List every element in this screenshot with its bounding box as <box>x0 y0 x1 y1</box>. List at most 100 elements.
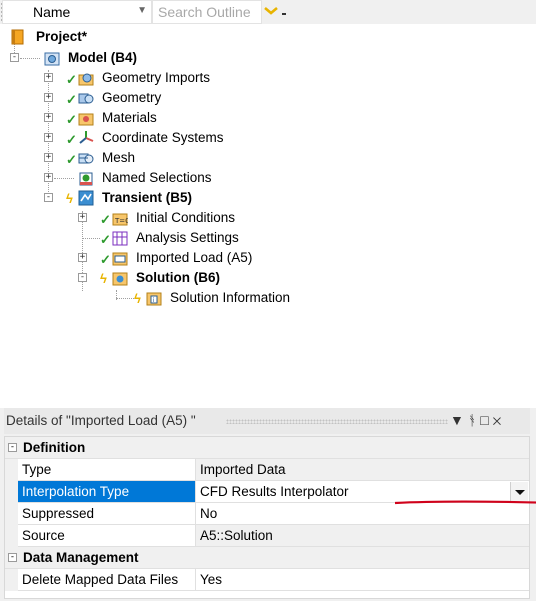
category-title: Data Management <box>23 550 139 565</box>
tree-item-project[interactable]: Project* <box>0 28 200 48</box>
expand-options-button[interactable] <box>262 0 292 22</box>
tree-label-project: Project* <box>36 29 88 44</box>
transient-analysis-icon <box>78 190 94 206</box>
name-filter-label: Name <box>33 4 71 20</box>
tree-label-materials: Materials <box>102 110 157 125</box>
property-value: CFD Results Interpolator <box>200 484 349 499</box>
expand-geometry-toggle[interactable]: + <box>44 93 53 102</box>
tree-item-solution-information[interactable]: ϟ i Solution Information <box>0 288 320 308</box>
details-drag-grip[interactable] <box>226 419 448 424</box>
property-row-interpolation-type[interactable]: Interpolation Type CFD Results Interpola… <box>5 481 536 505</box>
tree-label-imported-load: Imported Load (A5) <box>136 250 253 265</box>
property-name: Suppressed <box>22 506 95 521</box>
tree-item-materials[interactable]: + ✓ Materials <box>0 108 240 128</box>
named-selections-icon <box>79 172 93 186</box>
tree-item-analysis-settings[interactable]: ✓ Analysis Settings <box>0 228 260 248</box>
check-icon: ✓ <box>66 132 77 147</box>
expand-coordinate-systems-toggle[interactable]: + <box>44 133 53 142</box>
solution-information-icon: i <box>146 292 162 306</box>
details-title: Details of "Imported Load (A5) " <box>6 413 196 428</box>
tree-label-solution-information: Solution Information <box>170 290 291 305</box>
tree-item-initial-conditions[interactable]: + ✓ T=0 Initial Conditions <box>0 208 260 228</box>
details-window-buttons: ▼ᚬ□✕ <box>450 412 505 428</box>
property-row-source[interactable]: Source A5::Solution <box>5 525 529 547</box>
tree-label-coordinate-systems: Coordinate Systems <box>102 130 224 145</box>
tree-label-geometry-imports: Geometry Imports <box>102 70 211 85</box>
category-definition[interactable]: - Definition <box>5 437 529 459</box>
tree-label-solution: Solution (B6) <box>136 270 220 285</box>
tree-label-transient: Transient (B5) <box>102 190 193 205</box>
collapse-transient-toggle[interactable]: - <box>44 193 53 202</box>
property-value: A5::Solution <box>200 528 273 543</box>
chevron-down-icon <box>264 7 286 15</box>
details-header: Details of "Imported Load (A5) " ▼ᚬ□✕ <box>4 408 530 434</box>
tree-item-geometry-imports[interactable]: + ✓ Geometry Imports <box>0 68 260 88</box>
panel-menu-icon[interactable]: ▼ <box>450 412 468 428</box>
property-value: Imported Data <box>200 462 286 477</box>
outline-tree: Project* - Model (B4) + ✓ Geometry Impor… <box>0 28 536 398</box>
collapse-definition-toggle[interactable]: - <box>8 443 17 452</box>
tree-item-named-selections[interactable]: + Named Selections <box>0 168 260 188</box>
details-grid: - Definition Type Imported Data Interpol… <box>4 436 536 599</box>
property-name: Interpolation Type <box>22 484 130 499</box>
check-icon: ✓ <box>100 252 111 267</box>
property-row-suppressed[interactable]: Suppressed No <box>5 503 529 525</box>
check-icon: ✓ <box>66 72 77 87</box>
expand-imported-load-toggle[interactable]: + <box>78 253 87 262</box>
geometry-imports-icon <box>78 73 94 86</box>
project-icon <box>11 29 24 45</box>
tree-label-geometry: Geometry <box>102 90 162 105</box>
lightning-icon: ϟ <box>100 271 107 286</box>
tree-item-geometry[interactable]: + ✓ Geometry <box>0 88 240 108</box>
search-placeholder: Search Outline <box>158 4 251 20</box>
tree-item-imported-load[interactable]: + ✓ Imported Load (A5) <box>0 248 260 268</box>
tree-label-analysis-settings: Analysis Settings <box>136 230 239 245</box>
tree-label-model: Model (B4) <box>68 50 137 65</box>
expand-mesh-toggle[interactable]: + <box>44 153 53 162</box>
lightning-icon: ϟ <box>66 191 73 206</box>
property-value: Yes <box>200 572 223 587</box>
property-value: No <box>200 506 218 521</box>
tree-label-named-selections: Named Selections <box>102 170 212 185</box>
property-name: Source <box>22 528 65 543</box>
category-title: Definition <box>23 440 86 455</box>
maximize-icon[interactable]: □ <box>480 412 492 428</box>
expand-geometry-imports-toggle[interactable]: + <box>44 73 53 82</box>
check-icon: ✓ <box>66 152 77 167</box>
svg-text:T=0: T=0 <box>114 217 128 225</box>
interpolation-type-dropdown[interactable]: CFD Results Interpolator <box>196 481 536 505</box>
collapse-solution-toggle[interactable]: - <box>78 273 87 282</box>
search-outline-input[interactable]: Search Outline <box>152 0 262 24</box>
tree-item-model[interactable]: - Model (B4) <box>0 48 200 68</box>
name-filter-dropdown[interactable]: Name ▼ <box>2 0 152 24</box>
collapse-data-management-toggle[interactable]: - <box>8 553 17 562</box>
solution-icon <box>112 272 128 286</box>
model-icon <box>44 52 60 66</box>
property-name: Type <box>22 462 52 477</box>
tree-item-coordinate-systems[interactable]: + ✓ Coordinate Systems <box>0 128 260 148</box>
tree-item-transient[interactable]: - ϟ Transient (B5) <box>0 188 240 208</box>
details-panel: Details of "Imported Load (A5) " ▼ᚬ□✕ - … <box>0 408 536 601</box>
imported-load-icon <box>112 252 128 266</box>
materials-icon <box>78 113 94 126</box>
collapse-model-toggle[interactable]: - <box>10 53 19 62</box>
expand-named-selections-toggle[interactable]: + <box>44 173 53 182</box>
property-row-type[interactable]: Type Imported Data <box>5 459 529 481</box>
pin-icon[interactable]: ᚬ <box>468 412 480 428</box>
check-icon: ✓ <box>100 212 111 227</box>
expand-initial-conditions-toggle[interactable]: + <box>78 213 87 222</box>
initial-conditions-icon: T=0 <box>112 213 128 226</box>
expand-materials-toggle[interactable]: + <box>44 113 53 122</box>
category-data-management[interactable]: - Data Management <box>5 547 529 569</box>
tree-item-mesh[interactable]: + ✓ Mesh <box>0 148 200 168</box>
tree-label-initial-conditions: Initial Conditions <box>136 210 236 225</box>
tree-item-solution[interactable]: - ϟ Solution (B6) <box>0 268 260 288</box>
property-row-delete-mapped-data-files[interactable]: Delete Mapped Data Files Yes <box>5 569 529 591</box>
check-icon: ✓ <box>66 112 77 127</box>
check-icon: ✓ <box>100 232 111 247</box>
coordinate-systems-icon <box>79 131 94 144</box>
close-icon[interactable]: ✕ <box>493 412 505 428</box>
lightning-icon: ϟ <box>134 291 141 306</box>
tree-label-mesh: Mesh <box>102 150 136 165</box>
outline-toolbar: Name ▼ Search Outline <box>0 0 536 24</box>
